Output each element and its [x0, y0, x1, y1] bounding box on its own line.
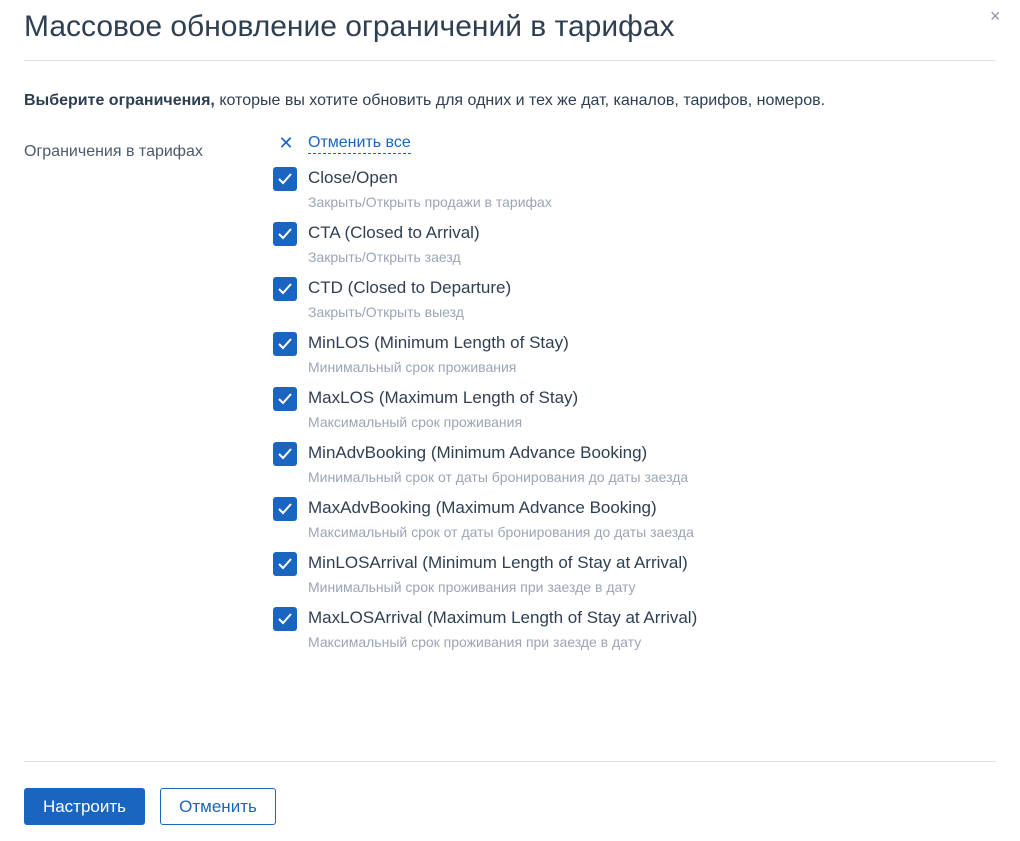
restriction-subtitle: Минимальный срок от даты бронирования до…	[308, 469, 689, 485]
check-icon	[278, 503, 292, 515]
restriction-subtitle: Минимальный срок проживания при заезде в…	[308, 579, 636, 595]
field-label: Ограничения в тарифах	[24, 143, 203, 160]
restriction-title: MinLOSArrival (Minimum Length of Stay at…	[308, 553, 688, 572]
restriction-title: MaxAdvBooking (Maximum Advance Booking)	[308, 498, 657, 517]
check-icon	[278, 393, 292, 405]
dialog-title: Массовое обновление ограничений в тарифа…	[24, 10, 675, 43]
checkbox[interactable]	[273, 442, 297, 466]
check-icon	[278, 558, 292, 570]
intro-text: Выберите ограничения, которые вы хотите …	[24, 92, 825, 110]
restriction-subtitle: Минимальный срок проживания	[308, 359, 517, 375]
intro-rest: которые вы хотите обновить для одних и т…	[214, 92, 826, 109]
cancel-all-link[interactable]: Отменить все	[308, 134, 411, 154]
restriction-title: MaxLOSArrival (Maximum Length of Stay at…	[308, 608, 698, 627]
checkbox[interactable]	[273, 332, 297, 356]
restriction-subtitle: Максимальный срок от даты бронирования д…	[308, 524, 694, 540]
restriction-subtitle: Закрыть/Открыть продажи в тарифах	[308, 194, 552, 210]
check-icon	[278, 338, 292, 350]
checkbox[interactable]	[273, 607, 297, 631]
check-icon	[278, 283, 292, 295]
checkbox[interactable]	[273, 222, 297, 246]
restriction-subtitle: Максимальный срок проживания	[308, 414, 523, 430]
checkbox[interactable]	[273, 277, 297, 301]
restriction-title: MinAdvBooking (Minimum Advance Booking)	[308, 443, 648, 462]
restriction-title: Close/Open	[308, 168, 398, 187]
restriction-title: MinLOS (Minimum Length of Stay)	[308, 333, 569, 352]
cancel-button[interactable]: Отменить	[160, 788, 276, 825]
checkbox[interactable]	[273, 387, 297, 411]
cancel-all-button[interactable]: ✕ Отменить все	[278, 133, 411, 154]
close-icon[interactable]: ×	[990, 6, 1001, 27]
restriction-title: CTA (Closed to Arrival)	[308, 223, 480, 242]
check-icon	[278, 448, 292, 460]
check-icon	[278, 173, 292, 185]
check-icon	[278, 613, 292, 625]
checkbox[interactable]	[273, 497, 297, 521]
restriction-subtitle: Закрыть/Открыть заезд	[308, 249, 461, 265]
divider	[24, 761, 996, 762]
check-icon	[278, 228, 292, 240]
restriction-subtitle: Максимальный срок проживания при заезде …	[308, 634, 642, 650]
restriction-title: MaxLOS (Maximum Length of Stay)	[308, 388, 579, 407]
configure-button[interactable]: Настроить	[24, 788, 145, 825]
restriction-title: CTD (Closed to Departure)	[308, 278, 512, 297]
intro-bold: Выберите ограничения,	[24, 92, 215, 109]
divider	[24, 60, 996, 61]
checkbox[interactable]	[273, 552, 297, 576]
close-icon: ✕	[278, 133, 294, 153]
checkbox[interactable]	[273, 167, 297, 191]
restriction-subtitle: Закрыть/Открыть выезд	[308, 304, 464, 320]
